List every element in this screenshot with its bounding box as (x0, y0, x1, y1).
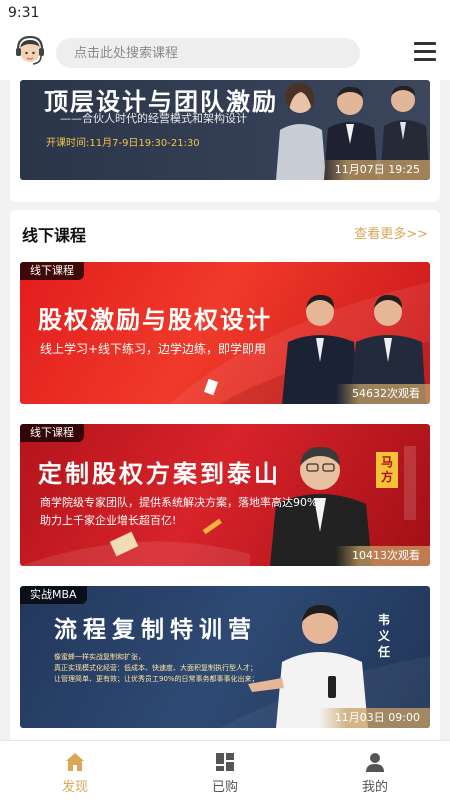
course-description: 像蜜蜂一样实战复制和扩张， 真正实现模式化经营：低成本、快速度、大面积复制执行型… (54, 652, 259, 685)
status-time: 9:31 (8, 5, 40, 21)
status-bar: 9:31 (0, 0, 450, 26)
course-subtitle: 线上学习+线下练习，边学边练，即学即用 (40, 342, 267, 356)
course-card-equity-incentive[interactable]: 线下课程 股权激励与股权设计 线上学习+线下练习，边学边练，即学即用 54632… (20, 262, 430, 404)
tab-label: 我的 (361, 780, 388, 795)
course-title: 定制股权方案到泰山 (38, 460, 281, 488)
teacher-name: 马方 (376, 452, 398, 488)
course-tag: 线下课程 (20, 262, 84, 280)
bottom-tab-bar: 发现 已购 我的 (0, 740, 450, 800)
section-title: 线下课程 (22, 226, 87, 245)
tab-label: 发现 (61, 780, 88, 795)
tab-discover[interactable]: 发现 (0, 741, 150, 800)
course-card-process-camp[interactable]: 实战MBA 流程复制特训营 像蜜蜂一样实战复制和扩张， 真正实现模式化经营：低成… (20, 586, 430, 728)
course-tag: 线下课程 (20, 424, 84, 442)
see-more-link[interactable]: 查看更多>> (354, 223, 428, 242)
tab-mine[interactable]: 我的 (300, 741, 450, 800)
course-title: 流程复制特训营 (54, 617, 257, 643)
tab-label: 已购 (211, 780, 238, 795)
featured-date: 11月07日 19:25 (318, 160, 430, 180)
course-subtitle: 商学院级专家团队，提供系统解决方案，落地率高达90% (40, 496, 318, 509)
featured-schedule: 开课时间:11月7-9日19:30-21:30 (46, 138, 200, 149)
search-input[interactable] (56, 38, 360, 68)
person-icon (366, 753, 384, 772)
course-title: 股权激励与股权设计 (38, 306, 272, 334)
course-subtitle-2: 助力上千家企业增长超百亿! (40, 514, 177, 527)
course-date: 11月03日 09:00 (318, 708, 430, 728)
description-line: 像蜜蜂一样实战复制和扩张， (54, 653, 145, 661)
description-line: 真正实现模式化经营：低成本、快速度、大面积复制执行型人才； (54, 664, 257, 672)
description-line: 让管理简单、更有效；让优秀员工90%的日常事务都事事化出来； (54, 675, 259, 683)
top-bar (0, 26, 450, 80)
teacher-name: 韦义任 (377, 613, 390, 659)
course-tag: 实战MBA (20, 586, 87, 604)
menu-icon[interactable] (414, 42, 436, 62)
featured-banner[interactable]: 顶层设计与团队激励 ——合伙人时代的经营模式和架构设计 开课时间:11月7-9日… (20, 80, 430, 180)
tab-purchased[interactable]: 已购 (150, 741, 300, 800)
featured-subtitle: ——合伙人时代的经营模式和架构设计 (60, 112, 247, 125)
customer-service-icon[interactable] (14, 35, 46, 69)
view-count: 54632次观看 (336, 384, 430, 404)
home-icon (66, 753, 84, 771)
course-card-custom-equity[interactable]: 线下课程 定制股权方案到泰山 商学院级专家团队，提供系统解决方案，落地率高达90… (20, 424, 430, 566)
grid-icon (216, 753, 234, 771)
view-count: 10413次观看 (336, 546, 430, 566)
